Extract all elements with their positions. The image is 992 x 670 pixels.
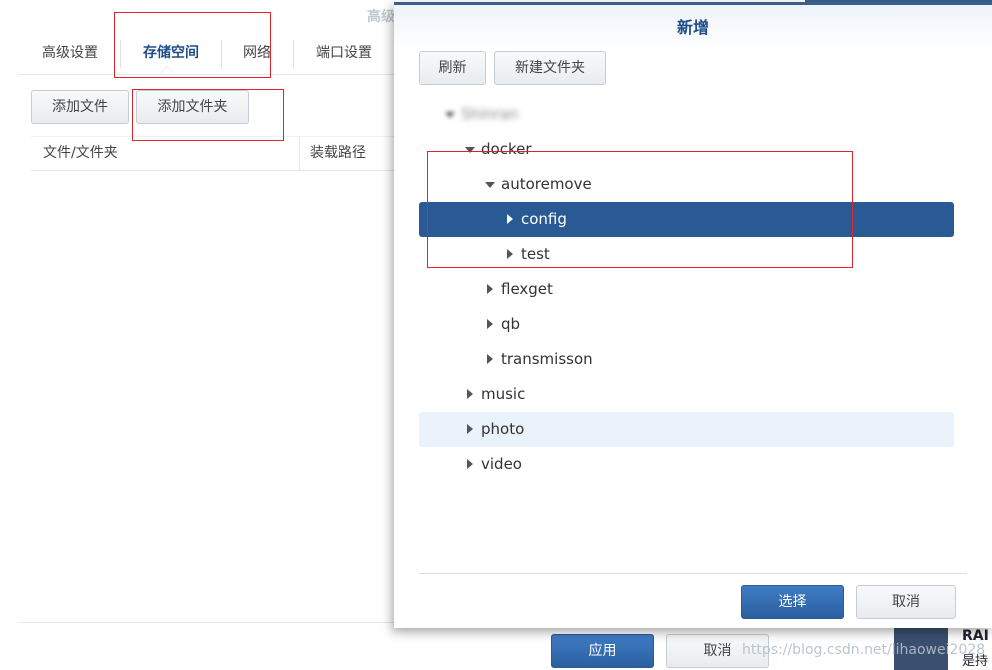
tree-item-photo[interactable]: photo <box>419 412 954 447</box>
tab-port-settings[interactable]: 端口设置 <box>302 34 386 72</box>
dialog-title: 新增 <box>394 5 992 51</box>
footer-divider <box>18 622 398 623</box>
expand-right-arrow-icon[interactable] <box>467 389 473 399</box>
tab-advanced[interactable]: 高级设置 <box>26 34 114 72</box>
dialog-cancel-button[interactable]: 取消 <box>856 585 956 619</box>
annotation-box-tree <box>427 151 853 268</box>
apply-button[interactable]: 应用 <box>551 634 654 668</box>
column-divider <box>299 137 300 170</box>
background-window-title: 高级 <box>367 9 395 25</box>
expand-right-arrow-icon[interactable] <box>487 319 493 329</box>
tree-item-label: music <box>481 385 526 403</box>
select-button[interactable]: 选择 <box>741 585 844 619</box>
mount-table-header: 文件/文件夹 装载路径 <box>31 136 398 171</box>
expand-right-arrow-icon[interactable] <box>487 284 493 294</box>
tree-item-label: Shinran <box>461 105 519 123</box>
tree-item-flexget[interactable]: flexget <box>419 272 954 307</box>
tree-item-transmisson[interactable]: transmisson <box>419 342 954 377</box>
tab-divider <box>293 40 294 68</box>
expand-right-arrow-icon[interactable] <box>467 459 473 469</box>
tree-item-label: photo <box>481 420 525 438</box>
tree-item-label: flexget <box>501 280 553 298</box>
expand-right-arrow-icon[interactable] <box>467 424 473 434</box>
annotation-box-add-folder <box>132 89 284 141</box>
column-mount-path[interactable]: 装载路径 <box>310 137 366 170</box>
tree-item-label: video <box>481 455 522 473</box>
dialog-footer-divider <box>419 573 967 574</box>
annotation-box-storage-tab <box>114 12 271 78</box>
refresh-button[interactable]: 刷新 <box>419 51 486 85</box>
add-file-button[interactable]: 添加文件 <box>31 90 129 124</box>
expand-down-arrow-icon[interactable] <box>445 112 455 118</box>
new-folder-button[interactable]: 新建文件夹 <box>494 51 606 85</box>
watermark-text: https://blog.csdn.net/lihaowei2028 <box>742 642 986 658</box>
add-folder-dialog: 新增 刷新 新建文件夹 Shinran docker autoremove confi… <box>394 2 992 628</box>
tree-item-label: qb <box>501 315 521 333</box>
expand-right-arrow-icon[interactable] <box>487 354 493 364</box>
tree-item-music[interactable]: music <box>419 377 954 412</box>
column-file-folder[interactable]: 文件/文件夹 <box>43 137 118 170</box>
tree-item-qb[interactable]: qb <box>419 307 954 342</box>
tree-item-label: transmisson <box>501 350 593 368</box>
tree-item-shinran[interactable]: Shinran <box>419 97 954 132</box>
tree-item-video[interactable]: video <box>419 447 954 482</box>
